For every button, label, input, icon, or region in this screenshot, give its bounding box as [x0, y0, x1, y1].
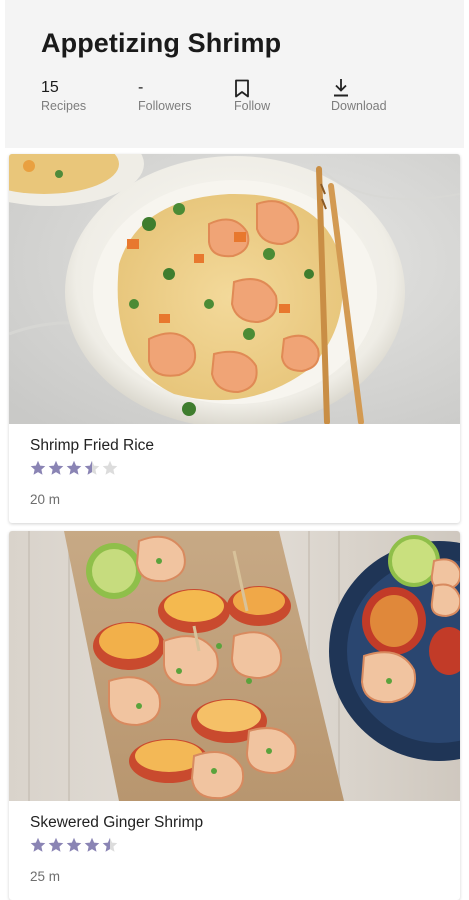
download-button[interactable]: Download	[331, 78, 387, 113]
bookmark-icon	[234, 78, 254, 98]
recipe-card[interactable]: Skewered Ginger Shrimp 25 m	[9, 531, 460, 900]
star-icon	[84, 837, 100, 852]
followers-count-value: -	[138, 79, 144, 96]
recipes-count-value: 15	[41, 79, 59, 96]
recipe-name: Skewered Ginger Shrimp	[30, 814, 204, 831]
download-label: Download	[331, 99, 387, 113]
star-icon	[30, 837, 46, 852]
recipe-time: 25 m	[30, 869, 61, 884]
recipe-photo	[9, 154, 460, 424]
recipe-photo	[9, 531, 460, 801]
download-icon	[331, 78, 351, 98]
followers-count[interactable]: - Followers	[138, 78, 192, 113]
recipe-name: Shrimp Fried Rice	[30, 437, 155, 454]
follow-button[interactable]: Follow	[234, 78, 270, 113]
star-icon	[48, 460, 64, 475]
collection-header: Appetizing Shrimp 15 Recipes - Followers…	[5, 0, 464, 148]
recipe-time: 20 m	[30, 492, 61, 507]
star-icon	[84, 460, 100, 475]
recipe-card[interactable]: Shrimp Fried Rice 20 m	[9, 154, 460, 523]
collection-title: Appetizing Shrimp	[41, 28, 282, 58]
recipes-count-label: Recipes	[41, 99, 87, 113]
follow-label: Follow	[234, 99, 271, 113]
followers-count-label: Followers	[138, 99, 192, 113]
star-icon	[66, 460, 82, 475]
star-rating	[30, 460, 118, 476]
star-icon	[102, 460, 118, 475]
star-icon	[66, 837, 82, 852]
star-icon	[30, 460, 46, 475]
recipes-count[interactable]: 15 Recipes	[41, 78, 86, 113]
star-icon	[48, 837, 64, 852]
star-icon	[102, 837, 118, 852]
star-rating	[30, 837, 118, 853]
